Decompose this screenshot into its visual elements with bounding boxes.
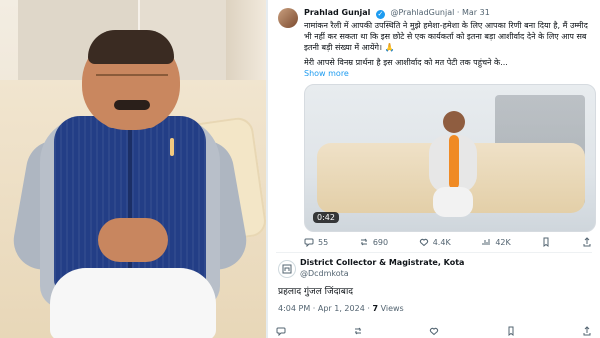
- quote-views-count: 7: [372, 304, 379, 313]
- quote-time: 4:04 PM: [278, 304, 311, 313]
- moustache: [114, 100, 150, 110]
- verified-badge-icon: ✓: [375, 10, 385, 19]
- views-icon: [481, 237, 491, 247]
- like-count: 4.4K: [432, 237, 451, 247]
- hair: [88, 30, 174, 64]
- share-icon: [582, 237, 592, 247]
- reply-count: 55: [318, 237, 329, 247]
- bottom-bookmark-icon[interactable]: [506, 326, 516, 338]
- show-more-link[interactable]: Show more: [304, 69, 349, 78]
- quote-views-label: Views: [380, 304, 404, 313]
- left-photo: [0, 0, 266, 338]
- quote-meta: 4:04 PM · Apr 1, 2024 · 7 Views: [278, 304, 404, 313]
- quote-text: प्रहलाद गुंजल जिंदाबाद: [278, 287, 354, 297]
- author-name[interactable]: Prahlad Gunjal: [304, 8, 370, 17]
- views-count: 42K: [495, 237, 511, 247]
- tweet-video[interactable]: 0:42: [304, 84, 596, 232]
- quote-tweet[interactable]: District Collector & Magistrate, Kota @D…: [276, 258, 592, 328]
- repost-count: 690: [372, 237, 389, 247]
- tweet-text-2: मेरी आपसे विनम्र प्रार्थना है इस आशीर्वा…: [304, 58, 508, 67]
- quote-author-name[interactable]: District Collector & Magistrate, Kota: [300, 258, 464, 267]
- video-person-scarf: [449, 135, 459, 189]
- video-timestamp: 0:42: [313, 212, 339, 223]
- glasses: [96, 74, 168, 90]
- man: [9, 20, 251, 338]
- bottom-heart-icon[interactable]: [429, 326, 439, 338]
- repost-icon: [359, 237, 369, 247]
- tweet-date[interactable]: Mar 31: [462, 8, 490, 17]
- quote-date: Apr 1, 2024: [317, 304, 365, 313]
- heart-icon: [419, 237, 429, 247]
- divider: [276, 252, 592, 253]
- video-person: [417, 101, 489, 221]
- emblem-icon: [282, 264, 292, 274]
- author-avatar[interactable]: [278, 8, 298, 28]
- author-handle[interactable]: @PrahladGunjal: [391, 8, 455, 17]
- vest-opening: [128, 116, 132, 292]
- quote-author-handle[interactable]: @Dcdmkota: [300, 269, 349, 278]
- tweet-text-1: नामांकन रैली में आपकी उपस्थिति ने मुझे ह…: [304, 21, 588, 52]
- share-action[interactable]: [582, 237, 592, 247]
- bottom-actions: [276, 326, 592, 338]
- tweet-actions: 55 690 4.4K 42K: [304, 236, 592, 248]
- bookmark-icon: [541, 237, 551, 247]
- bottom-repost-icon[interactable]: [353, 326, 363, 338]
- pants: [50, 268, 216, 338]
- hands: [98, 218, 168, 262]
- bottom-reply-icon[interactable]: [276, 326, 286, 338]
- views-action[interactable]: 42K: [481, 237, 511, 247]
- video-person-head: [443, 111, 465, 133]
- bottom-share-icon[interactable]: [582, 326, 592, 338]
- tweet-panel: Prahlad Gunjal ✓ @PrahladGunjal · Mar 31…: [266, 0, 600, 338]
- bookmark-action[interactable]: [541, 237, 551, 247]
- reply-action[interactable]: 55: [304, 237, 329, 248]
- quote-avatar[interactable]: [278, 260, 296, 278]
- like-action[interactable]: 4.4K: [419, 237, 451, 247]
- repost-action[interactable]: 690: [359, 237, 388, 247]
- pen: [170, 138, 174, 156]
- tweet-header: Prahlad Gunjal ✓ @PrahladGunjal · Mar 31: [304, 7, 592, 21]
- video-person-legs: [433, 187, 473, 217]
- reply-icon: [304, 237, 314, 248]
